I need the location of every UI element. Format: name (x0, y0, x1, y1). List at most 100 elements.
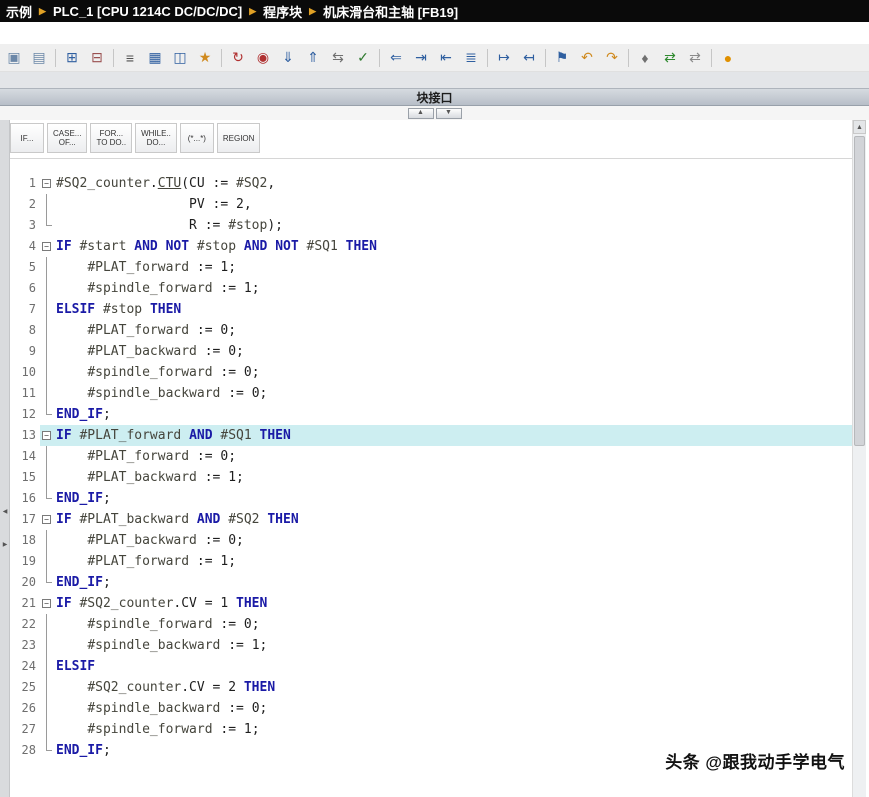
line-number[interactable]: 6 (10, 278, 40, 299)
line-number[interactable]: 21 (10, 593, 40, 614)
code-text[interactable]: IF #PLAT_backward AND #SQ2 THEN (56, 509, 852, 530)
line-number[interactable]: 11 (10, 383, 40, 404)
fold-minus-icon[interactable]: − (42, 431, 51, 440)
fold-minus-icon[interactable]: − (42, 599, 51, 608)
code-text[interactable]: END_IF; (56, 404, 852, 425)
fold-minus-icon[interactable]: − (42, 179, 51, 188)
jump-to-end-icon[interactable]: ⇤ (434, 46, 458, 70)
snippet-tab-case[interactable]: CASE...OF... (47, 123, 87, 153)
monitoring-on-icon[interactable]: ⚑ (550, 46, 574, 70)
code-text[interactable]: END_IF; (56, 572, 852, 593)
outdent-icon[interactable]: ↤ (517, 46, 541, 70)
watch-table-icon[interactable]: ◫ (168, 46, 192, 70)
snippet-tab-comment[interactable]: (*...*) (180, 123, 214, 153)
line-number[interactable]: 12 (10, 404, 40, 425)
line-number[interactable]: 20 (10, 572, 40, 593)
splitter-collapse-down-icon[interactable]: ▼ (436, 108, 462, 119)
code-text[interactable]: #spindle_backward := 1; (56, 635, 852, 656)
outline-view-icon[interactable]: ≡ (118, 46, 142, 70)
snapshot-icon[interactable]: ◉ (251, 46, 275, 70)
line-number[interactable]: 15 (10, 467, 40, 488)
code-text[interactable]: IF #SQ2_counter.CV = 1 THEN (56, 593, 852, 614)
interface-grid-icon[interactable]: ▦ (143, 46, 167, 70)
code-text[interactable]: #PLAT_forward := 1; (56, 551, 852, 572)
fold-minus-icon[interactable]: − (42, 515, 51, 524)
code-text[interactable]: #SQ2_counter.CTU(CU := #SQ2, (56, 173, 852, 194)
vertical-scrollbar[interactable]: ▲ (852, 120, 866, 797)
snippet-tab-if[interactable]: IF... (10, 123, 44, 153)
line-number[interactable]: 25 (10, 677, 40, 698)
code-text[interactable]: #PLAT_forward := 0; (56, 446, 852, 467)
line-number[interactable]: 14 (10, 446, 40, 467)
code-editor[interactable]: 1−#SQ2_counter.CTU(CU := #SQ2,2 PV := 2,… (10, 158, 852, 797)
line-number[interactable]: 5 (10, 257, 40, 278)
line-number[interactable]: 7 (10, 299, 40, 320)
code-text[interactable]: ELSIF #stop THEN (56, 299, 852, 320)
splitter-expand-up-icon[interactable]: ▲ (408, 108, 434, 119)
code-text[interactable]: #PLAT_forward := 0; (56, 320, 852, 341)
code-text[interactable]: #spindle_forward := 0; (56, 362, 852, 383)
call-structure-icon[interactable]: ↻ (226, 46, 250, 70)
line-number[interactable]: 26 (10, 698, 40, 719)
snippet-tab-while[interactable]: WHILE..DO... (135, 123, 177, 153)
code-text[interactable]: #PLAT_backward := 0; (56, 341, 852, 362)
code-text[interactable]: #spindle_forward := 1; (56, 719, 852, 740)
new-block-icon[interactable]: ▣ (2, 46, 26, 70)
snippet-tab-for[interactable]: FOR...TO DO.. (90, 123, 132, 153)
breadcrumb-item[interactable]: 程序块 (263, 2, 302, 21)
insert-network-icon[interactable]: ⇐ (384, 46, 408, 70)
left-panel-handle[interactable]: ◀ ▶ (0, 508, 10, 548)
sync-offline-icon[interactable]: ⇄ (683, 46, 707, 70)
download-icon[interactable]: ⇓ (276, 46, 300, 70)
format-code-icon[interactable]: ≣ (459, 46, 483, 70)
line-number[interactable]: 18 (10, 530, 40, 551)
snippet-tab-region[interactable]: REGION (217, 123, 261, 153)
line-number[interactable]: 9 (10, 341, 40, 362)
line-number[interactable]: 8 (10, 320, 40, 341)
code-text[interactable]: #PLAT_forward := 1; (56, 257, 852, 278)
scroll-up-icon[interactable]: ▲ (853, 120, 866, 134)
line-number[interactable]: 13 (10, 425, 40, 446)
left-panel-expand-icon[interactable]: ◀ (3, 508, 8, 515)
code-text[interactable]: R := #stop); (56, 215, 852, 236)
delete-row-icon[interactable]: ⊟ (85, 46, 109, 70)
line-number[interactable]: 28 (10, 740, 40, 761)
line-number[interactable]: 23 (10, 635, 40, 656)
line-number[interactable]: 19 (10, 551, 40, 572)
block-interface-bar[interactable]: 块接口 (0, 88, 869, 106)
compare-icon[interactable]: ⇆ (326, 46, 350, 70)
code-text[interactable]: IF #PLAT_forward AND #SQ1 THEN (56, 425, 852, 446)
code-text[interactable]: IF #start AND NOT #stop AND NOT #SQ1 THE… (56, 236, 852, 257)
connect-icon[interactable]: ♦ (633, 46, 657, 70)
insert-row-icon[interactable]: ⊞ (60, 46, 84, 70)
code-text[interactable]: #spindle_backward := 0; (56, 383, 852, 404)
indent-icon[interactable]: ↦ (492, 46, 516, 70)
jump-to-start-icon[interactable]: ⇥ (409, 46, 433, 70)
code-text[interactable]: #SQ2_counter.CV = 2 THEN (56, 677, 852, 698)
line-number[interactable]: 2 (10, 194, 40, 215)
line-number[interactable]: 24 (10, 656, 40, 677)
code-text[interactable]: #spindle_forward := 1; (56, 278, 852, 299)
left-panel-strip[interactable]: ◀ ▶ (0, 120, 10, 797)
line-number[interactable]: 4 (10, 236, 40, 257)
line-number[interactable]: 3 (10, 215, 40, 236)
protection-icon[interactable]: ● (716, 46, 740, 70)
breadcrumb-item[interactable]: 机床滑台和主轴 [FB19] (323, 2, 458, 21)
left-panel-collapse-icon[interactable]: ▶ (3, 541, 8, 548)
line-number[interactable]: 22 (10, 614, 40, 635)
sync-online-icon[interactable]: ⇄ (658, 46, 682, 70)
line-number[interactable]: 10 (10, 362, 40, 383)
scrollbar-thumb[interactable] (854, 136, 865, 446)
fold-minus-icon[interactable]: − (42, 242, 51, 251)
line-number[interactable]: 27 (10, 719, 40, 740)
line-number[interactable]: 16 (10, 488, 40, 509)
code-text[interactable]: END_IF; (56, 488, 852, 509)
code-text[interactable]: #spindle_backward := 0; (56, 698, 852, 719)
code-text[interactable]: #PLAT_backward := 1; (56, 467, 852, 488)
code-text[interactable]: ELSIF (56, 656, 852, 677)
code-text[interactable]: PV := 2, (56, 194, 852, 215)
goto-previous-icon[interactable]: ↶ (575, 46, 599, 70)
line-number[interactable]: 17 (10, 509, 40, 530)
code-text[interactable]: #spindle_forward := 0; (56, 614, 852, 635)
code-text[interactable]: #PLAT_backward := 0; (56, 530, 852, 551)
